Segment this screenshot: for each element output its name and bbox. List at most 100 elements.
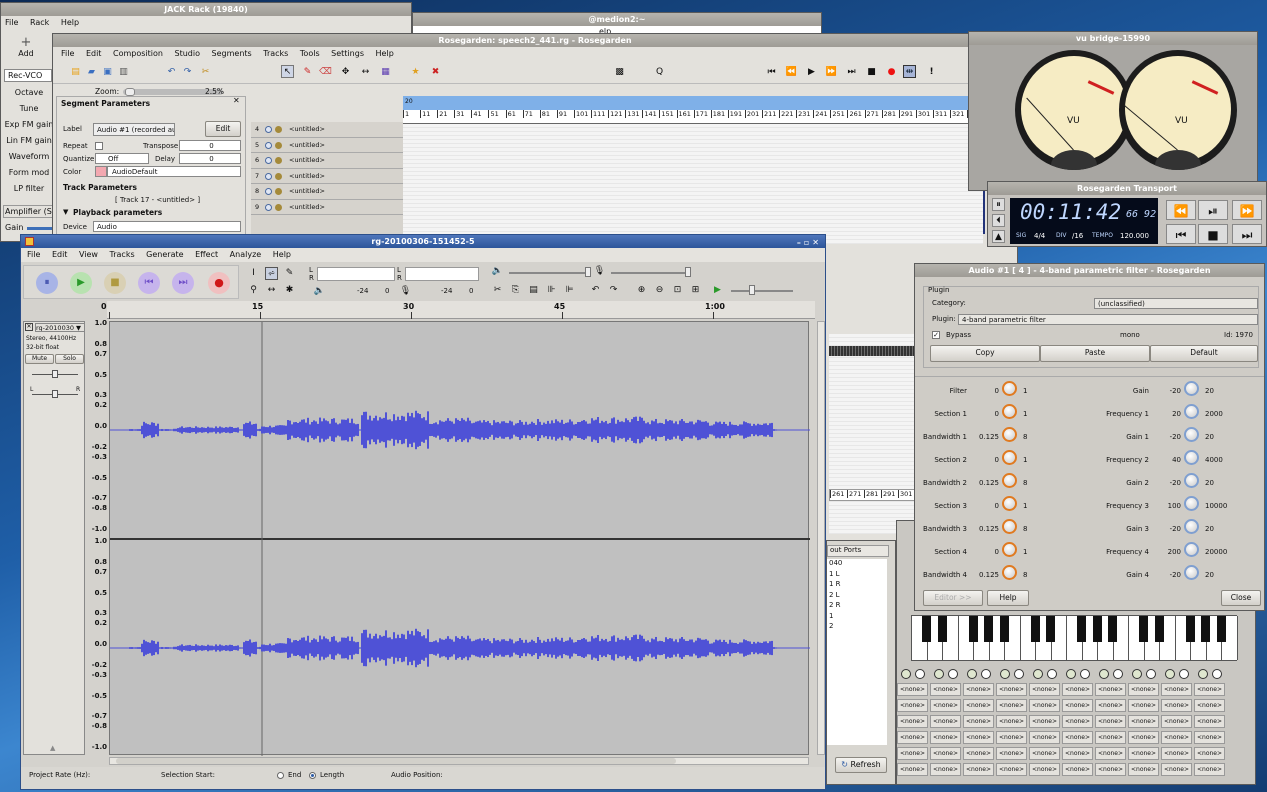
vertical-scrollbar[interactable] [817, 321, 825, 755]
mixer-route-button[interactable]: <none> [1062, 731, 1093, 744]
mixer-knob-icon[interactable] [1212, 669, 1222, 679]
mixer-knob-icon[interactable] [1000, 669, 1010, 679]
audio-segment-preview[interactable] [829, 346, 915, 356]
new-file-icon[interactable]: ▤ [69, 66, 82, 79]
mixer-route-button[interactable]: <none> [1128, 683, 1159, 696]
rg-menu-segments[interactable]: Segments [212, 49, 252, 58]
mixer-route-button[interactable]: <none> [1029, 683, 1060, 696]
track-name-menu[interactable]: rg-2010030 ▼ [35, 323, 85, 332]
transport-record-icon[interactable]: ● [885, 66, 898, 79]
playback-parameters-title[interactable]: Playback parameters [73, 208, 162, 217]
paste-button[interactable]: Paste [1040, 345, 1150, 362]
timeshift-tool-icon[interactable]: ↔ [265, 284, 278, 297]
param-knob-icon[interactable] [1184, 404, 1199, 419]
jack-plugin-select[interactable]: Rec-VCO [4, 69, 52, 82]
delete-icon[interactable]: ✖ [429, 66, 442, 79]
piano-black-key[interactable] [1139, 616, 1148, 642]
open-file-icon[interactable]: ▰ [85, 66, 98, 79]
mixer-route-button[interactable]: <none> [1161, 763, 1192, 776]
params-close-icon[interactable]: ✕ [233, 96, 240, 105]
editor-button[interactable]: Editor >> [923, 590, 983, 606]
track-row[interactable]: 7 <untitled> [251, 169, 403, 184]
print-icon[interactable]: ▥ [117, 66, 130, 79]
save-icon[interactable]: ▣ [101, 66, 114, 79]
mixer-knob-icon[interactable] [1146, 669, 1156, 679]
envelope-tool-icon[interactable]: ⩫ [265, 267, 278, 280]
jack-menu-file[interactable]: File [5, 18, 18, 27]
category-select[interactable]: (unclassified) [1094, 298, 1258, 309]
param-knob-icon[interactable] [1184, 565, 1199, 580]
label-edit-button[interactable]: Edit [205, 121, 241, 137]
erase-tool-icon[interactable]: ⌫ [319, 66, 332, 79]
collapse-track-icon[interactable]: ▲ [50, 744, 55, 752]
length-radio[interactable] [309, 772, 316, 779]
port-item[interactable]: 2 R [827, 601, 887, 612]
zoom-in-icon[interactable]: ⊕ [635, 284, 648, 297]
input-volume-slider[interactable] [611, 272, 691, 274]
notation-editor-icon[interactable]: Q [653, 66, 666, 79]
track-close-icon[interactable]: ✕ [25, 323, 33, 331]
aud-menu-effect[interactable]: Effect [195, 250, 218, 259]
rg-menu-file[interactable]: File [61, 49, 74, 58]
jack-menu-rack[interactable]: Rack [30, 18, 49, 27]
param-knob-icon[interactable] [1184, 450, 1199, 465]
mixer-route-button[interactable]: <none> [963, 715, 994, 728]
mixer-route-button[interactable]: <none> [1062, 747, 1093, 760]
track-record-icon[interactable] [275, 188, 282, 195]
redo-icon[interactable]: ↷ [181, 66, 194, 79]
tr-stop-icon[interactable]: ■ [1198, 224, 1228, 244]
mixer-route-button[interactable]: <none> [930, 699, 961, 712]
mixer-route-button[interactable]: <none> [1161, 747, 1192, 760]
mixer-knob-icon[interactable] [967, 669, 977, 679]
track-mute-icon[interactable] [265, 126, 272, 133]
rg-menu-help[interactable]: Help [376, 49, 394, 58]
device-select[interactable]: Audio [93, 221, 241, 232]
piano-black-key[interactable] [1185, 616, 1195, 642]
transport-rewind-icon[interactable]: ⏪ [785, 66, 798, 79]
waveform-svg[interactable] [110, 322, 810, 756]
mixer-route-button[interactable]: <none> [996, 699, 1027, 712]
rg-menu-tracks[interactable]: Tracks [263, 49, 288, 58]
track-mute-icon[interactable] [265, 188, 272, 195]
mixer-route-button[interactable]: <none> [930, 715, 961, 728]
transport-rewind-start-icon[interactable]: ⏮ [765, 66, 778, 79]
tr-rewind-icon[interactable]: ⏪ [1166, 200, 1196, 220]
piano-black-key[interactable] [984, 616, 993, 642]
param-knob-icon[interactable] [1184, 473, 1199, 488]
help-button[interactable]: Help [987, 590, 1029, 606]
copy-button[interactable]: Copy [930, 345, 1040, 362]
output-volume-thumb[interactable] [585, 267, 591, 277]
color-select[interactable]: AudioDefault [107, 166, 241, 177]
mixer-route-button[interactable]: <none> [930, 763, 961, 776]
piano-black-key[interactable] [1077, 616, 1086, 642]
param-knob-icon[interactable] [1184, 542, 1199, 557]
mixer-route-button[interactable]: <none> [1029, 715, 1060, 728]
play-at-speed-icon[interactable]: ▶ [711, 284, 724, 297]
redo-icon[interactable]: ↷ [607, 284, 620, 297]
param-knob-icon[interactable] [1002, 450, 1017, 465]
port-item[interactable]: 1 L [827, 570, 887, 581]
mixer-route-button[interactable]: <none> [996, 715, 1027, 728]
mixer-route-button[interactable]: <none> [1062, 763, 1093, 776]
piano-black-key[interactable] [1092, 616, 1102, 642]
mixer-route-button[interactable]: <none> [1161, 683, 1192, 696]
mixer-route-button[interactable]: <none> [1095, 747, 1126, 760]
skip-end-icon[interactable]: ⏭ [172, 272, 194, 294]
stop-icon[interactable]: ■ [104, 272, 126, 294]
rg-menu-settings[interactable]: Settings [331, 49, 364, 58]
mixer-route-button[interactable]: <none> [930, 731, 961, 744]
mixer-knob-icon[interactable] [1080, 669, 1090, 679]
zoom-tool-icon[interactable]: ⚲ [247, 284, 260, 297]
transport-end-icon[interactable]: ⏭ [845, 66, 858, 79]
draw-pencil-icon[interactable]: ✎ [283, 267, 296, 280]
mixer-knob-icon[interactable] [1033, 669, 1043, 679]
mixer-knob-icon[interactable] [915, 669, 925, 679]
mixer-route-button[interactable]: <none> [1095, 763, 1126, 776]
mixer-route-button[interactable]: <none> [963, 747, 994, 760]
pause-icon[interactable]: ⏸ [36, 272, 58, 294]
mixer-knob-icon[interactable] [1198, 669, 1208, 679]
mixer-knob-icon[interactable] [1099, 669, 1109, 679]
mixer-route-button[interactable]: <none> [1194, 731, 1225, 744]
fit-project-icon[interactable]: ⊞ [689, 284, 702, 297]
port-item[interactable]: 2 L [827, 591, 887, 602]
